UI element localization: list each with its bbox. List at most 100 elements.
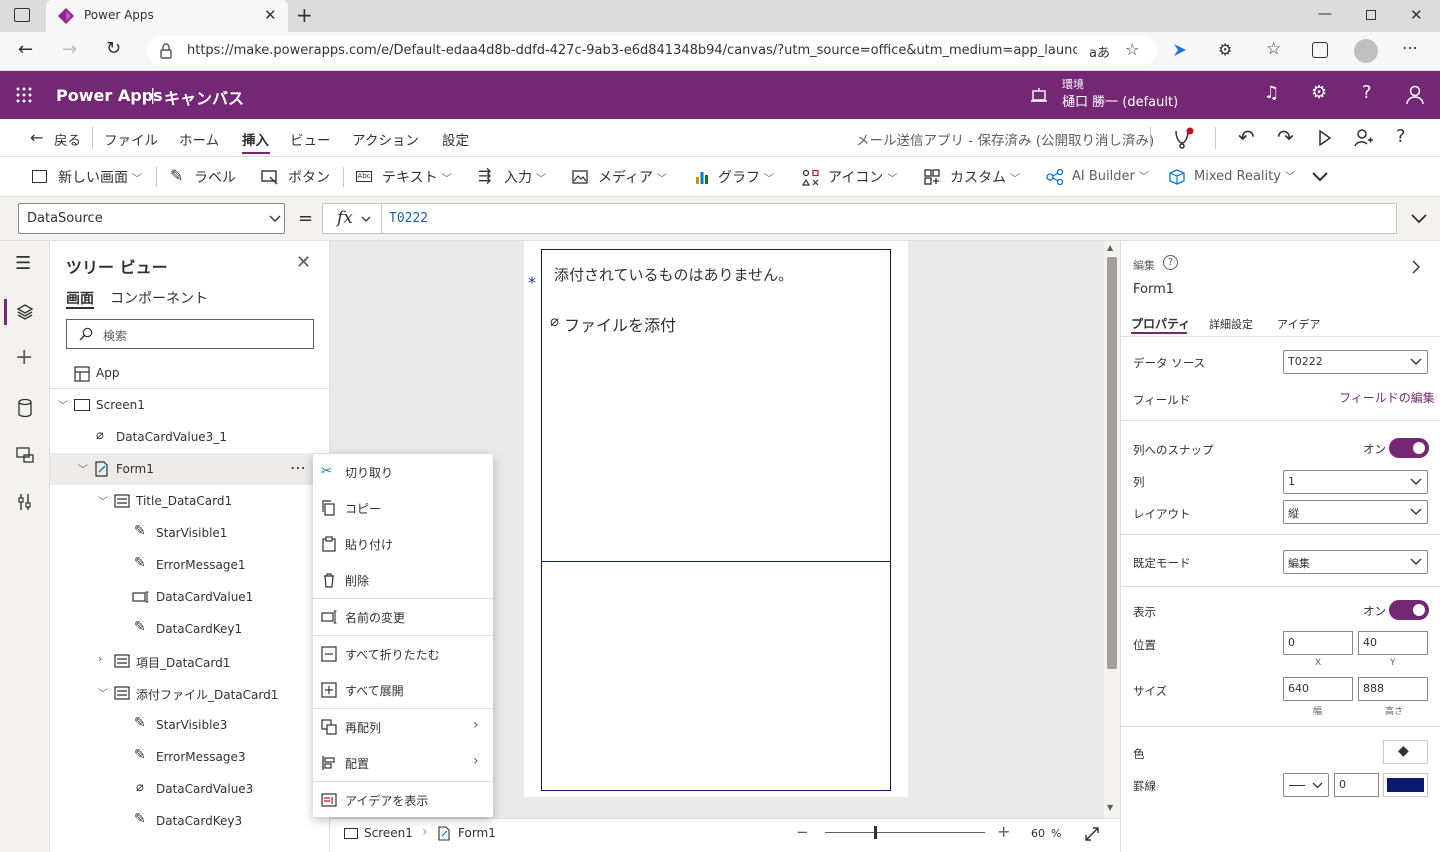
props-tab-ideas[interactable]: アイデア: [1277, 316, 1320, 332]
attach-file-link[interactable]: ファイルを添付: [564, 312, 676, 336]
layout-dropdown[interactable]: 縦: [1283, 500, 1428, 524]
favorites-icon[interactable]: ☆: [1266, 39, 1281, 59]
tab-close-icon[interactable]: ✕: [264, 6, 277, 24]
menu-home[interactable]: ホーム: [179, 129, 219, 149]
fx-icon[interactable]: fx: [337, 208, 353, 228]
tree-item-datacardkey3[interactable]: ✎ DataCardKey3: [50, 805, 330, 837]
menu-item-delete[interactable]: 削除: [313, 562, 493, 598]
attachment-datacard[interactable]: 添付されているものはありません。 ⌀ ファイルを添付: [542, 250, 890, 562]
new-tab-icon[interactable]: +: [296, 3, 313, 27]
zoom-slider-thumb[interactable]: [874, 826, 877, 839]
collapse-chevron-icon[interactable]: ﹀: [98, 685, 108, 700]
tree-item-attachment-datacard1[interactable]: ﹀ 添付ファイル_DataCard1: [50, 677, 330, 709]
forward-icon[interactable]: →: [62, 39, 77, 60]
insert-chart[interactable]: グラフ ﹀: [718, 167, 774, 187]
insert-ai-builder[interactable]: AI Builder ﹀: [1072, 168, 1149, 184]
advanced-tools-icon[interactable]: [17, 493, 33, 511]
screen-surface[interactable]: 添付されているものはありません。 ⌀ ファイルを添付 *: [524, 241, 908, 797]
back-icon[interactable]: ←: [18, 39, 33, 60]
tab-actions-icon[interactable]: [14, 8, 30, 22]
insert-button[interactable]: ボタン: [288, 167, 330, 187]
environment-name[interactable]: 樋口 勝一 (default): [1062, 91, 1178, 110]
tree-item-errormessage3[interactable]: ✎ ErrorMessage3: [50, 741, 330, 773]
datasource-dropdown[interactable]: T0222: [1283, 350, 1428, 374]
ribbon-expand-chevron-icon[interactable]: [1311, 171, 1329, 183]
tree-item-datacardvalue3[interactable]: ⌀ DataCardValue3: [50, 773, 330, 805]
menu-item-align[interactable]: 配置 ›: [313, 745, 493, 781]
tab-screens[interactable]: 画面: [66, 288, 94, 308]
tree-item-app[interactable]: App: [50, 357, 330, 389]
border-color-picker[interactable]: [1383, 773, 1428, 797]
back-arrow-icon[interactable]: ←: [30, 128, 43, 147]
props-tab-properties[interactable]: プロパティ: [1131, 315, 1190, 332]
menu-item-rename[interactable]: 名前の変更: [313, 599, 493, 635]
collapse-chevron-icon[interactable]: ﹀: [98, 493, 108, 508]
browser-menu-icon[interactable]: ⋯: [1402, 38, 1418, 57]
menu-item-cut[interactable]: ✂ 切り取り: [313, 454, 493, 490]
insert-text[interactable]: テキスト ﹀: [382, 167, 452, 187]
browser-tab[interactable]: Power Apps ✕: [46, 0, 288, 32]
form1-control[interactable]: 添付されているものはありません。 ⌀ ファイルを添付: [541, 249, 891, 791]
property-dropdown[interactable]: DataSource: [18, 203, 285, 234]
menu-action[interactable]: アクション: [352, 129, 419, 149]
insert-label[interactable]: ラベル: [194, 167, 236, 187]
zoom-slider[interactable]: [825, 832, 985, 833]
insert-icons[interactable]: アイコン ﹀: [828, 167, 897, 187]
visible-toggle[interactable]: [1389, 600, 1429, 620]
zoom-out-button[interactable]: −: [796, 823, 809, 841]
insert-mixed-reality[interactable]: Mixed Reality ﹀: [1194, 168, 1295, 184]
tree-view-layers-icon[interactable]: [16, 303, 34, 321]
props-collapse-chevron-icon[interactable]: [1411, 259, 1421, 275]
refresh-icon[interactable]: ↻: [106, 38, 121, 59]
tree-item-form1[interactable]: ﹀ Form1 ⋯: [50, 453, 330, 485]
fit-to-window-icon[interactable]: [1084, 826, 1100, 842]
menu-file[interactable]: ファイル: [104, 129, 158, 149]
hamburger-icon[interactable]: ☰: [15, 253, 31, 274]
edit-fields-link[interactable]: フィールドの編集: [1339, 389, 1435, 406]
extensions-puzzle-icon[interactable]: ⚙: [1218, 40, 1232, 59]
snap-toggle[interactable]: [1389, 438, 1429, 458]
breadcrumb-form1[interactable]: Form1: [458, 826, 496, 840]
breadcrumb-screen1[interactable]: Screen1: [364, 826, 413, 840]
account-icon[interactable]: [1406, 85, 1424, 105]
share-icon[interactable]: [1354, 128, 1374, 148]
menu-item-collapse-all[interactable]: すべて折りたたむ: [313, 636, 493, 672]
menu-item-show-ideas[interactable]: アイデアを表示: [313, 782, 493, 818]
height-input[interactable]: 888: [1358, 677, 1428, 701]
app-launcher-icon[interactable]: [16, 87, 32, 103]
position-y-input[interactable]: 40: [1358, 631, 1428, 655]
collections-icon[interactable]: [1312, 42, 1328, 58]
formula-expand-icon[interactable]: [1410, 213, 1428, 225]
settings-gear-icon[interactable]: ⚙: [1311, 82, 1327, 103]
scroll-down-icon[interactable]: ▼: [1107, 803, 1113, 812]
insert-plus-icon[interactable]: +: [15, 345, 33, 370]
expand-chevron-icon[interactable]: ›: [98, 652, 102, 665]
insert-custom[interactable]: カスタム ﹀: [950, 167, 1020, 187]
app-checker-icon[interactable]: [1172, 127, 1194, 149]
media-rail-icon[interactable]: [16, 446, 34, 464]
help-icon[interactable]: ?: [1362, 82, 1372, 103]
tree-item-datacardvalue3-1[interactable]: ⌀ DataCardValue3_1: [50, 421, 330, 453]
tree-item-screen1[interactable]: ﹀ Screen1: [50, 389, 330, 421]
props-tab-advanced[interactable]: 詳細設定: [1209, 316, 1253, 332]
default-mode-dropdown[interactable]: 編集: [1283, 550, 1428, 574]
help-question-icon[interactable]: ?: [1396, 126, 1406, 147]
insert-new-screen[interactable]: 新しい画面 ﹀: [58, 167, 142, 187]
tree-item-errormessage1[interactable]: ✎ ErrorMessage1: [50, 549, 330, 581]
menu-item-expand-all[interactable]: すべて展開: [313, 672, 493, 708]
tree-item-starvisible1[interactable]: ✎ StarVisible1: [50, 517, 330, 549]
profile-avatar[interactable]: [1354, 39, 1378, 63]
tree-item-title-datacard1[interactable]: ﹀ Title_DataCard1: [50, 485, 330, 517]
border-width-input[interactable]: 0: [1334, 773, 1379, 797]
tree-item-starvisible3[interactable]: ✎ StarVisible3: [50, 709, 330, 741]
insert-media[interactable]: メディア ﹀: [598, 167, 667, 187]
width-input[interactable]: 640: [1283, 677, 1353, 701]
fill-color-picker[interactable]: ◆: [1383, 740, 1428, 764]
insert-input[interactable]: 入力 ﹀: [504, 167, 546, 187]
minimize-icon[interactable]: —: [1318, 6, 1332, 22]
undo-icon[interactable]: ↶: [1238, 125, 1255, 149]
more-options-icon[interactable]: ⋯: [290, 458, 306, 477]
window-close-icon[interactable]: ✕: [1410, 6, 1423, 24]
collapse-chevron-icon[interactable]: ﹀: [78, 461, 88, 476]
tab-components[interactable]: コンポーネント: [110, 288, 208, 308]
